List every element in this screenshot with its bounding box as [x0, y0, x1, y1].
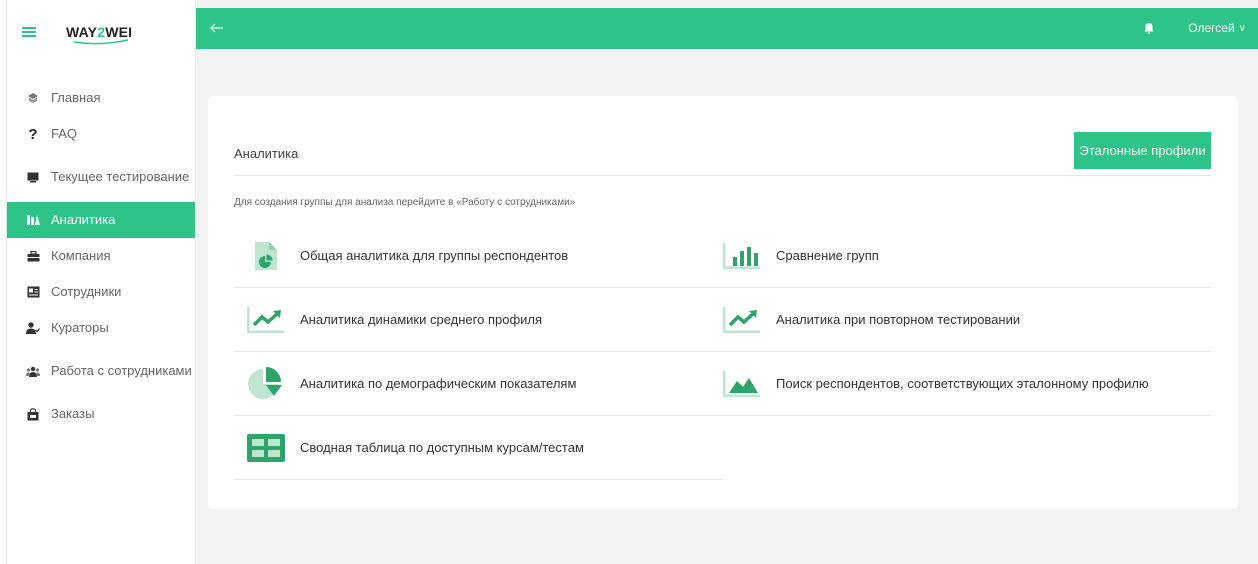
- tile-retest-analytics[interactable]: Аналитика при повторном тестировании: [722, 288, 1210, 352]
- trend-up-icon: [722, 300, 762, 340]
- sidebar-item-label: FAQ: [51, 126, 78, 141]
- chevron-down-icon: ∨: [1238, 22, 1246, 34]
- tile-compare-groups[interactable]: Сравнение групп: [722, 224, 1210, 288]
- analytics-card: Аналитика Эталонные профили Для создания…: [208, 96, 1238, 509]
- tile-label: Сводная таблица по доступным курсам/тест…: [300, 440, 584, 455]
- hint-text: Для создания группы для анализа перейдит…: [234, 197, 576, 208]
- sidebar-item-label: Работа с сотрудниками: [51, 363, 192, 378]
- tile-empty: [722, 416, 1210, 480]
- sidebar-item-orders[interactable]: Заказы: [7, 396, 195, 432]
- home-icon: [26, 91, 40, 105]
- topbar: Олегсей ∨: [196, 8, 1258, 49]
- hamburger-menu-icon[interactable]: [22, 27, 36, 37]
- sidebar-item-label: Главная: [51, 90, 101, 105]
- monitor-icon: [26, 170, 40, 184]
- sidebar-item-employees[interactable]: Сотрудники: [7, 274, 195, 310]
- tile-label: Аналитика при повторном тестировании: [776, 312, 1021, 327]
- logo-bar: WAY2WEI: [0, 0, 195, 64]
- group-icon: [26, 364, 40, 378]
- analytics-icon: [26, 213, 40, 227]
- sidebar-item-label: Аналитика: [51, 212, 116, 227]
- bell-icon[interactable]: [1144, 21, 1154, 39]
- tile-label: Поиск респондентов, соответствующих этал…: [776, 376, 1149, 391]
- sidebar-item-label: Текущее тестирование: [51, 169, 190, 184]
- table-icon: [246, 428, 286, 468]
- sidebar-item-label: Компания: [51, 248, 111, 263]
- tile-label: Аналитика динамики среднего профиля: [300, 312, 543, 327]
- user-menu[interactable]: Олегсей ∨: [1188, 21, 1246, 35]
- analytics-tiles: Общая аналитика для группы респондентов …: [234, 224, 1211, 480]
- sidebar-item-home[interactable]: Главная: [7, 80, 195, 116]
- etalon-profiles-button[interactable]: Эталонные профили: [1074, 132, 1211, 169]
- question-icon: ?: [28, 125, 38, 143]
- sidebar-item-label: Сотрудники: [51, 284, 122, 299]
- logo-swoosh-icon: [73, 39, 129, 45]
- sidebar: WAY2WEI Главная ? FAQ Текущее тестирован…: [0, 0, 196, 564]
- shopping-bag-icon: [26, 407, 40, 421]
- sidebar-item-analytics[interactable]: Аналитика: [7, 202, 195, 238]
- tile-summary-table[interactable]: Сводная таблица по доступным курсам/тест…: [234, 416, 722, 480]
- user-name: Олегсей: [1188, 21, 1235, 35]
- sidebar-item-faq[interactable]: ? FAQ: [7, 116, 195, 152]
- bar-chart-icon: [722, 236, 762, 276]
- tile-general-analytics[interactable]: Общая аналитика для группы респондентов: [234, 224, 722, 288]
- tile-label: Сравнение групп: [776, 248, 879, 263]
- arrow-left-icon[interactable]: [210, 20, 224, 38]
- sidebar-item-curators[interactable]: Кураторы: [7, 310, 195, 346]
- trend-up-icon: [246, 300, 286, 340]
- tile-label: Общая аналитика для группы респондентов: [300, 248, 569, 263]
- sidebar-item-label: Заказы: [51, 406, 95, 421]
- tile-average-profile-dynamics[interactable]: Аналитика динамики среднего профиля: [234, 288, 722, 352]
- tile-find-matching-respondents[interactable]: Поиск респондентов, соответствующих этал…: [722, 352, 1210, 416]
- sidebar-item-current-testing[interactable]: Текущее тестирование: [7, 152, 195, 202]
- page-title: Аналитика: [234, 146, 299, 161]
- card-header: Аналитика Эталонные профили: [234, 132, 1211, 176]
- pie-document-icon: [246, 236, 286, 276]
- sidebar-menu: Главная ? FAQ Текущее тестирование Анали…: [7, 80, 195, 432]
- sidebar-item-work-with-employees[interactable]: Работа с сотрудниками: [7, 346, 195, 396]
- curator-icon: [26, 321, 40, 335]
- pie-chart-icon: [246, 364, 286, 404]
- sidebar-item-company[interactable]: Компания: [7, 238, 195, 274]
- tile-label: Аналитика по демографическим показателям: [300, 376, 577, 391]
- sidebar-item-label: Кураторы: [51, 320, 109, 335]
- area-chart-icon: [722, 364, 762, 404]
- tile-demographic-analytics[interactable]: Аналитика по демографическим показателям: [234, 352, 722, 416]
- id-card-icon: [26, 285, 40, 299]
- briefcase-icon: [26, 249, 40, 263]
- logo[interactable]: WAY2WEI: [66, 24, 132, 45]
